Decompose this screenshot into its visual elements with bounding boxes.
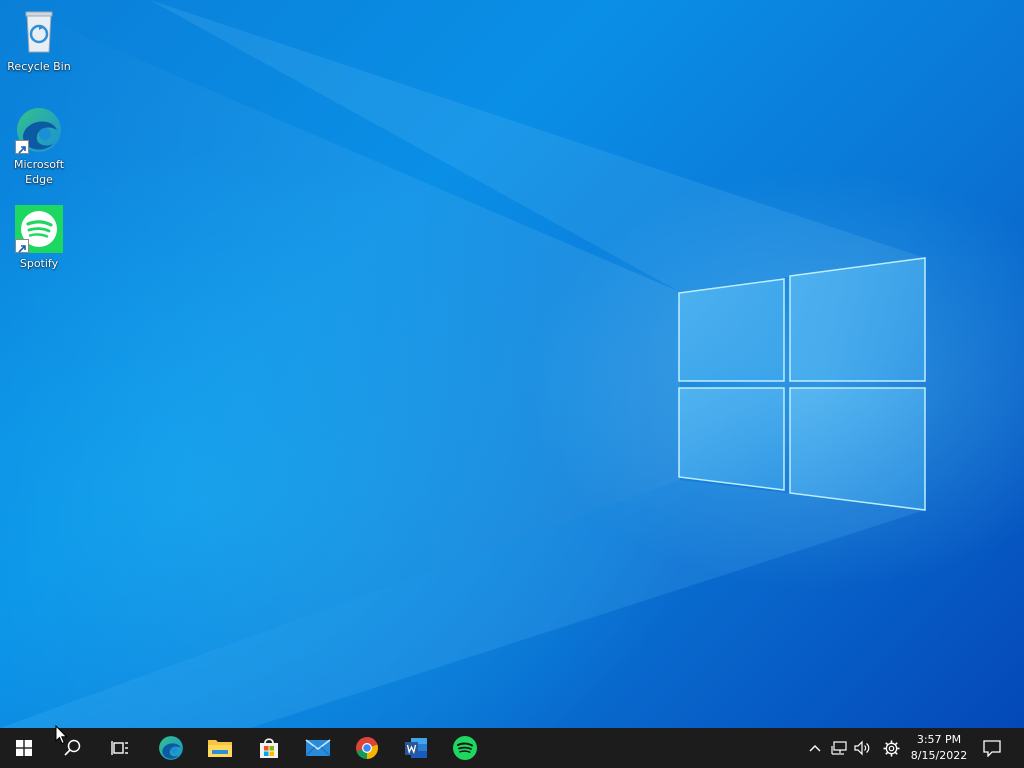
word-icon	[405, 738, 427, 758]
edge-icon	[15, 106, 63, 154]
desktop-icon-label: Spotify	[19, 257, 59, 270]
taskbar-store-button[interactable]	[245, 728, 293, 768]
taskbar-clock[interactable]: 3:57 PM 8/15/2022	[906, 728, 972, 768]
task-view-icon	[111, 741, 128, 755]
folder-icon	[208, 740, 232, 757]
task-view-button[interactable]	[96, 728, 144, 768]
action-center-icon	[983, 739, 1001, 757]
taskbar-word-button[interactable]	[392, 728, 440, 768]
action-center-button[interactable]	[978, 728, 1006, 768]
desktop-icon-recycle-bin[interactable]: Recycle Bin	[4, 8, 74, 74]
tray-volume[interactable]	[852, 728, 874, 768]
mouse-cursor	[55, 725, 68, 745]
taskbar-mail-button[interactable]	[294, 728, 342, 768]
recycle-bin-icon	[15, 8, 63, 56]
spotify-icon	[453, 736, 477, 760]
windows-start-icon	[16, 740, 32, 756]
tray-show-hidden-icons[interactable]	[804, 728, 826, 768]
desktop-icon-spotify[interactable]: Spotify	[4, 205, 74, 271]
start-button[interactable]	[0, 728, 48, 768]
chrome-icon	[356, 737, 378, 759]
wallpaper-windows-logo	[0, 0, 926, 728]
desktop[interactable]: Recycle Bin Microsoft Edge Spotify	[0, 0, 1024, 728]
edge-icon	[159, 736, 183, 760]
tray-network[interactable]	[828, 728, 850, 768]
shortcut-arrow-icon	[15, 140, 29, 154]
shortcut-arrow-icon	[15, 239, 29, 253]
taskbar-file-explorer-button[interactable]	[196, 728, 244, 768]
taskbar-chrome-button[interactable]	[343, 728, 391, 768]
network-icon	[831, 741, 847, 755]
clock-time: 3:57 PM	[916, 733, 962, 746]
desktop-icon-label: Microsoft Edge	[13, 158, 65, 186]
chevron-up-icon	[809, 745, 821, 752]
desktop-icon-label: Recycle Bin	[7, 60, 71, 73]
clock-date: 8/15/2022	[910, 749, 968, 762]
spotify-icon	[15, 205, 63, 253]
gear-icon	[883, 740, 899, 756]
taskbar-edge-button[interactable]	[147, 728, 195, 768]
mail-icon	[305, 739, 331, 757]
desktop-icon-microsoft-edge[interactable]: Microsoft Edge	[4, 106, 74, 187]
store-icon	[260, 738, 278, 758]
tray-settings[interactable]	[878, 728, 904, 768]
volume-icon	[854, 740, 870, 756]
taskbar-spotify-button[interactable]	[441, 728, 489, 768]
taskbar: 3:57 PM 8/15/2022	[0, 728, 1024, 768]
